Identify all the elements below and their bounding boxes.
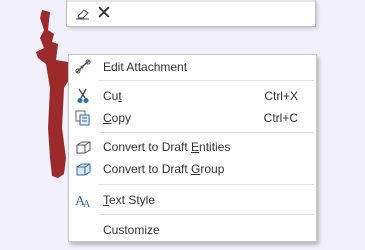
menu-item-customize[interactable]: Customize bbox=[69, 219, 316, 241]
menu-shortcut: Ctrl+X bbox=[264, 89, 298, 103]
menu-label: Customize bbox=[103, 223, 160, 237]
menu-item-cut[interactable]: Cut Ctrl+X bbox=[69, 85, 316, 107]
menu-separator bbox=[99, 184, 314, 185]
menu-label: Copy bbox=[103, 111, 132, 125]
menu-item-text-style[interactable]: A A Text Style bbox=[69, 189, 316, 211]
menu-item-copy[interactable]: Copy Ctrl+C bbox=[69, 107, 316, 129]
copy-icon bbox=[75, 110, 90, 126]
menu-label: Cut bbox=[103, 89, 122, 103]
menu-label: Convert to Draft Entities bbox=[103, 140, 231, 154]
menu-item-edit-attachment[interactable]: Edit Attachment bbox=[69, 56, 316, 78]
menu-item-convert-to-draft-entities[interactable]: Convert to Draft Entities bbox=[69, 136, 316, 158]
context-menu: Edit Attachment Cut Ctrl+X Copy Ctrl+C C… bbox=[68, 54, 317, 242]
draft-entities-icon bbox=[76, 141, 91, 154]
toolbar-panel: ✕ bbox=[66, 0, 316, 27]
svg-text:A: A bbox=[83, 199, 91, 208]
scissors-icon bbox=[77, 88, 89, 103]
menu-shortcut: Ctrl+C bbox=[263, 111, 298, 125]
text-style-icon: A A bbox=[75, 194, 91, 208]
menu-item-convert-to-draft-group[interactable]: Convert to Draft Group bbox=[69, 158, 316, 180]
menu-label: Edit Attachment bbox=[103, 60, 188, 74]
menu-label: Convert to Draft Group bbox=[103, 162, 225, 176]
close-icon[interactable]: ✕ bbox=[96, 3, 112, 25]
menu-separator bbox=[99, 80, 314, 81]
eraser-icon[interactable] bbox=[75, 8, 91, 20]
menu-separator bbox=[99, 214, 314, 215]
draft-group-icon bbox=[76, 163, 91, 176]
menu-separator bbox=[99, 132, 314, 133]
attachment-link-icon bbox=[75, 59, 91, 74]
menu-label: Text Style bbox=[103, 193, 156, 207]
